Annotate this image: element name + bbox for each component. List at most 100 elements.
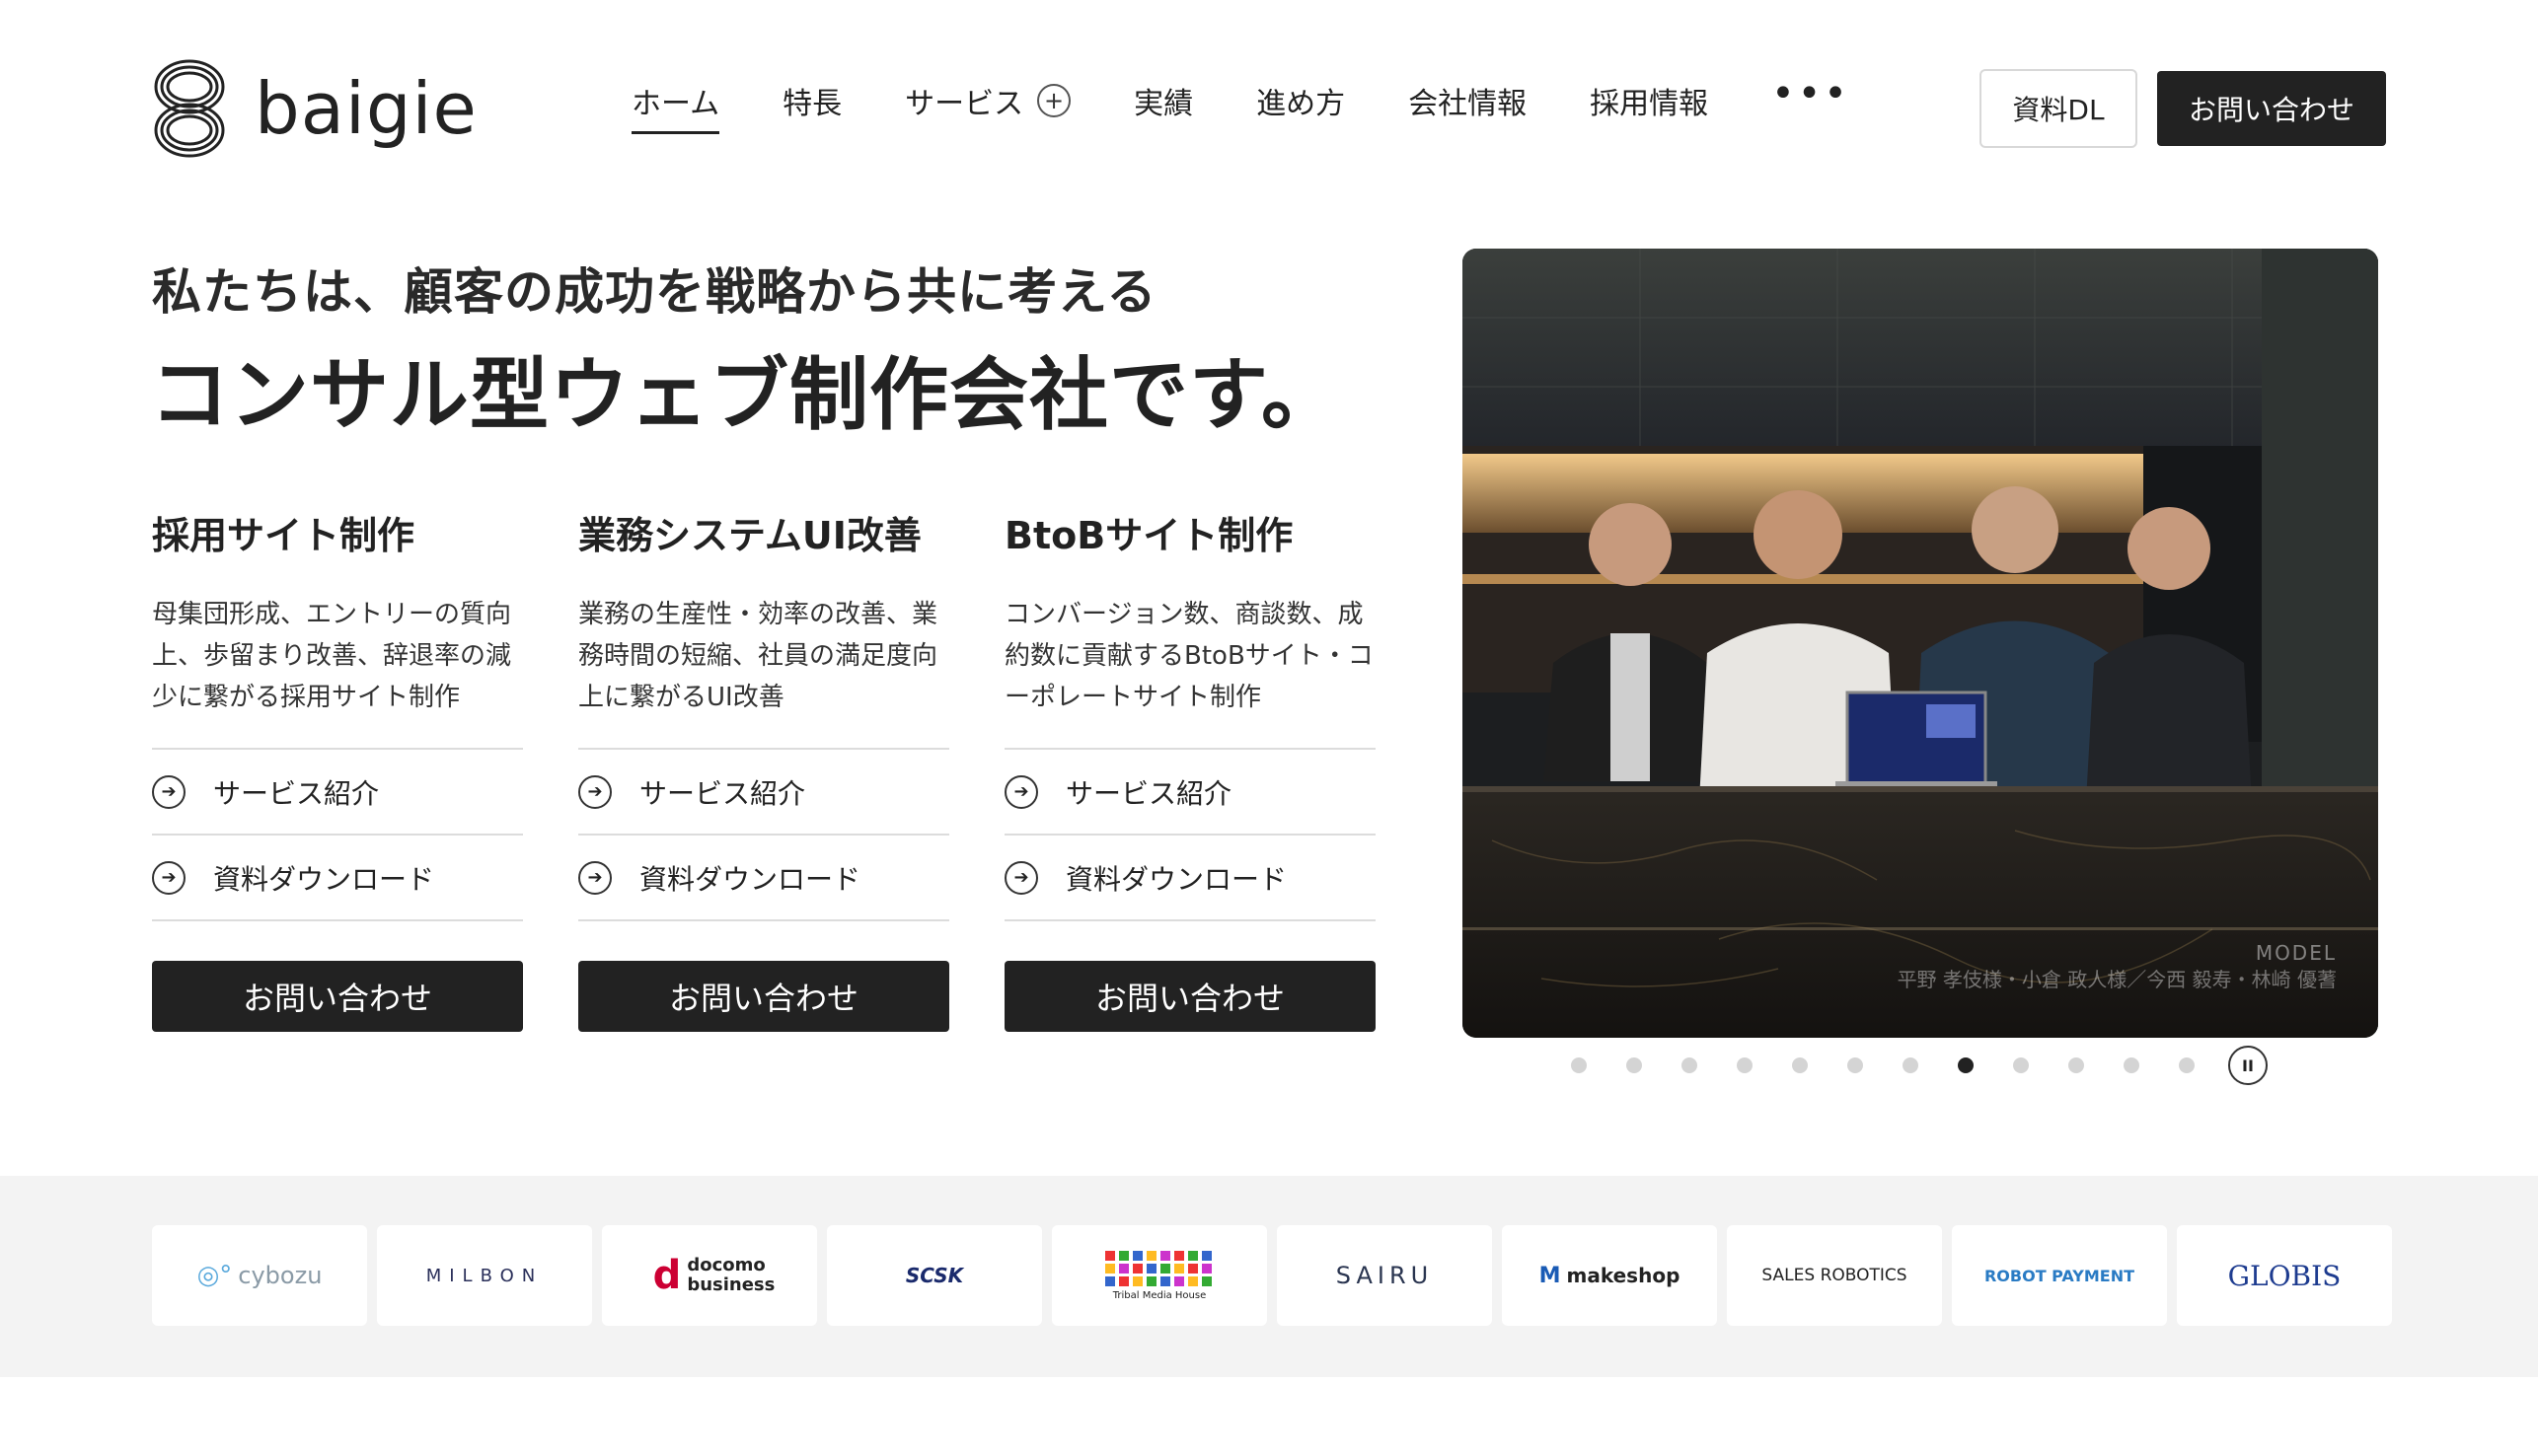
plus-icon[interactable]: + [1037,84,1072,117]
arrow-right-icon: ➔ [1005,774,1038,809]
slide-dot-8[interactable] [1958,1057,1974,1073]
baigie-logo-icon [154,59,225,158]
slide-dot-6[interactable] [1847,1057,1863,1073]
docomo-mark-icon: d [652,1253,682,1298]
service-intro-label: サービス紹介 [1066,776,1232,810]
logo-text: baigie [255,67,478,150]
client-logo-scsk: SCSK [827,1225,1042,1326]
site-logo[interactable]: baigie [150,55,478,162]
service-title: BtoBサイト制作 [1005,514,1294,557]
nav-services-label: サービス [905,87,1024,121]
service-intro-label: サービス紹介 [639,776,806,810]
main-nav: ホーム 特長 サービス + 実績 進め方 会社情報 採用情報 ••• [632,74,1850,134]
client-name: SAIRU [1335,1262,1434,1289]
slide-dot-12[interactable] [2179,1057,2195,1073]
arrow-right-icon: ➔ [152,774,186,809]
makeshop-mark-icon: M [1538,1263,1561,1288]
client-name: MILBON [425,1265,544,1286]
download-button[interactable]: 資料DL [1979,69,2137,148]
service-download-link[interactable]: ➔ 資料ダウンロード [1005,836,1376,921]
hero-slide-photo: MODEL 平野 孝伎様・小倉 政人様／今西 毅寿・林崎 優蓍 [1462,249,2378,1038]
nav-services[interactable]: サービス + [905,79,1072,134]
client-name: GLOBIS [2227,1259,2342,1292]
client-logos-band: ◎° cybozu MILBON d docomo business SCSK … [0,1176,2538,1377]
client-name: SCSK [905,1264,964,1287]
nav-home[interactable]: ホーム [632,79,720,134]
client-logo-sairu: SAIRU [1277,1225,1492,1326]
client-logo-makeshop: M makeshop [1502,1225,1717,1326]
client-logo-row: ◎° cybozu MILBON d docomo business SCSK … [152,1225,2392,1326]
service-intro-link[interactable]: ➔ サービス紹介 [578,750,949,836]
client-logo-cybozu: ◎° cybozu [152,1225,367,1326]
service-links: ➔ サービス紹介 ➔ 資料ダウンロード [152,748,523,921]
service-contact-button[interactable]: お問い合わせ [1005,961,1376,1032]
service-links: ➔ サービス紹介 ➔ 資料ダウンロード [578,748,949,921]
service-download-link[interactable]: ➔ 資料ダウンロード [578,836,949,921]
nav-process[interactable]: 進め方 [1256,79,1345,134]
arrow-right-icon: ➔ [1005,860,1038,895]
service-download-label: 資料ダウンロード [213,862,435,896]
slide-dot-3[interactable] [1681,1057,1697,1073]
team-photo [1462,249,2378,1038]
client-name: ROBOT PAYMENT [1983,1266,2135,1285]
service-desc: コンバージョン数、商談数、成約数に貢献するBtoBサイト・コーポレートサイト制作 [1005,600,1374,712]
service-download-label: 資料ダウンロード [639,862,861,896]
photo-caption-names: 平野 孝伎様・小倉 政人様／今西 毅寿・林崎 優蓍 [1897,968,2337,991]
nav-company[interactable]: 会社情報 [1408,79,1527,134]
service-links: ➔ サービス紹介 ➔ 資料ダウンロード [1005,748,1376,921]
client-logo-tribal-media-house: Tribal Media House [1052,1225,1267,1326]
service-contact-button[interactable]: お問い合わせ [152,961,523,1032]
site-header: baigie ホーム 特長 サービス + 実績 進め方 会社情報 採用情報 •••… [0,0,2538,217]
nav-features-label: 特長 [783,87,843,121]
service-intro-link[interactable]: ➔ サービス紹介 [152,750,523,836]
tribal-mosaic-icon [1105,1250,1212,1286]
client-name: cybozu [238,1262,323,1289]
slide-dot-7[interactable] [1903,1057,1918,1073]
slide-dot-9[interactable] [2013,1057,2029,1073]
nav-recruit[interactable]: 採用情報 [1590,79,1708,134]
contact-button[interactable]: お問い合わせ [2157,71,2386,146]
service-download-label: 資料ダウンロード [1066,862,1288,896]
nav-works-label: 実績 [1134,87,1194,121]
service-contact-button[interactable]: お問い合わせ [578,961,949,1032]
slide-dot-4[interactable] [1737,1057,1753,1073]
client-logo-docomo: d docomo business [602,1225,817,1326]
service-title: 業務システムUI改善 [578,514,922,557]
arrow-right-icon: ➔ [578,774,612,809]
nav-process-label: 進め方 [1256,87,1346,121]
service-desc: 母集団形成、エントリーの質向上、歩留まり改善、辞退率の減少に繋がる採用サイト制作 [152,600,512,712]
hero-title: コンサル型ウェブ制作会社です。 [150,349,1341,441]
arrow-right-icon: ➔ [578,860,612,895]
client-name: SALES ROBOTICS [1761,1266,1907,1285]
nav-company-label: 会社情報 [1408,87,1528,121]
cybozu-mark-icon: ◎° [196,1261,233,1290]
client-logo-sales-robotics: SALES ROBOTICS [1727,1225,1942,1326]
service-btob-site: BtoBサイト制作 コンバージョン数、商談数、成約数に貢献するBtoBサイト・コ… [1005,505,1376,1032]
service-intro-label: サービス紹介 [213,776,380,810]
slide-dot-11[interactable] [2124,1057,2139,1073]
nav-more[interactable]: ••• [1771,74,1850,125]
slide-dot-1[interactable] [1571,1057,1587,1073]
slide-dot-10[interactable] [2068,1057,2084,1073]
pause-icon[interactable]: II [2228,1046,2268,1085]
slide-dot-2[interactable] [1626,1057,1642,1073]
nav-works[interactable]: 実績 [1134,79,1193,134]
service-system-ui: 業務システムUI改善 業務の生産性・効率の改善、業務時間の短縮、社員の満足度向上… [578,505,949,1032]
photo-caption-label: MODEL [2255,941,2337,965]
hero-subtitle: 私たちは、顧客の成功を戦略から共に考える [152,263,1157,321]
client-logo-robot-payment: ROBOT PAYMENT [1952,1225,2167,1326]
client-name: makeshop [1566,1264,1680,1287]
service-intro-link[interactable]: ➔ サービス紹介 [1005,750,1376,836]
arrow-right-icon: ➔ [152,860,186,895]
more-icon: ••• [1771,71,1850,116]
service-title: 採用サイト制作 [152,514,415,557]
nav-recruit-label: 採用情報 [1590,87,1709,121]
nav-home-label: ホーム [632,87,720,121]
service-desc: 業務の生産性・効率の改善、業務時間の短縮、社員の満足度向上に繋がるUI改善 [578,600,938,712]
slide-dot-5[interactable] [1792,1057,1808,1073]
client-logo-milbon: MILBON [377,1225,592,1326]
service-download-link[interactable]: ➔ 資料ダウンロード [152,836,523,921]
client-name: Tribal Media House [1112,1289,1207,1301]
nav-features[interactable]: 特長 [783,79,842,134]
slide-pagination [1571,1057,2195,1073]
